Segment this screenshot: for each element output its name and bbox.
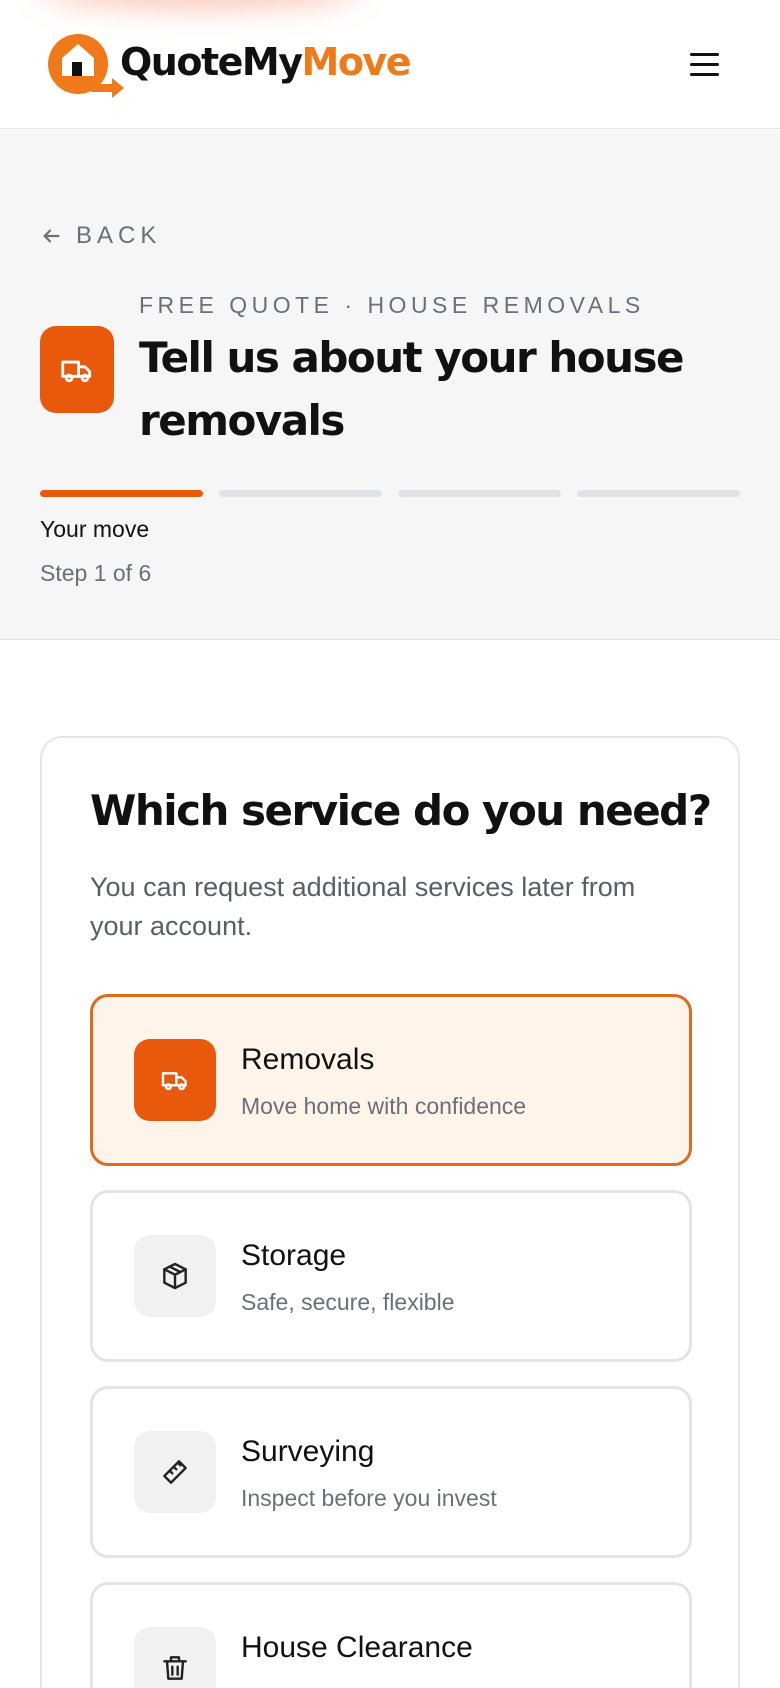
progress-segment-active bbox=[40, 490, 203, 497]
step-title: Your move bbox=[40, 516, 150, 542]
progress-segment bbox=[577, 490, 740, 497]
option-description: Inspect before you invest bbox=[241, 1485, 497, 1511]
progress-segment bbox=[398, 490, 561, 497]
option-house-clearance[interactable]: House Clearance bbox=[90, 1582, 692, 1688]
option-label: Storage bbox=[241, 1239, 347, 1272]
option-surveying[interactable]: Surveying Inspect before you invest bbox=[90, 1386, 692, 1558]
decorative-glow bbox=[40, 0, 360, 10]
option-label: Surveying bbox=[241, 1435, 375, 1468]
step-counter: Step 1 of 6 bbox=[40, 560, 152, 586]
ruler-icon bbox=[134, 1431, 216, 1513]
logo-house-icon bbox=[40, 24, 128, 104]
back-button[interactable]: BACK bbox=[40, 222, 161, 250]
box-icon bbox=[134, 1235, 216, 1317]
option-description: Safe, secure, flexible bbox=[241, 1289, 455, 1315]
card-title: Which service do you need? bbox=[90, 786, 712, 835]
brand-logo[interactable]: QuoteMyMove bbox=[40, 24, 411, 104]
hero-section: BACK FREE QUOTE · HOUSE REMOVALS Tell us… bbox=[0, 130, 780, 640]
progress-segment bbox=[219, 490, 382, 497]
back-label: BACK bbox=[76, 222, 162, 249]
hamburger-menu-icon[interactable] bbox=[680, 46, 728, 82]
service-card: Which service do you need? You can reque… bbox=[40, 736, 740, 1688]
step-progress-bar bbox=[40, 490, 740, 498]
arrow-left-icon bbox=[43, 229, 60, 243]
page-title: Tell us about your house removals bbox=[139, 333, 684, 445]
truck-icon bbox=[134, 1039, 216, 1121]
option-removals[interactable]: Removals Move home with confidence bbox=[90, 994, 692, 1166]
option-label: House Clearance bbox=[241, 1631, 473, 1664]
option-label: Removals bbox=[241, 1043, 375, 1076]
truck-icon bbox=[40, 326, 114, 413]
brand-wordmark: QuoteMyMove bbox=[120, 40, 411, 84]
card-subtitle: You can request additional services late… bbox=[90, 872, 636, 941]
option-description: Move home with confidence bbox=[241, 1093, 527, 1119]
top-bar: QuoteMyMove bbox=[0, 0, 780, 129]
trash-icon bbox=[134, 1627, 216, 1688]
option-storage[interactable]: Storage Safe, secure, flexible bbox=[90, 1190, 692, 1362]
eyebrow-label: FREE QUOTE · HOUSE REMOVALS bbox=[139, 292, 645, 318]
